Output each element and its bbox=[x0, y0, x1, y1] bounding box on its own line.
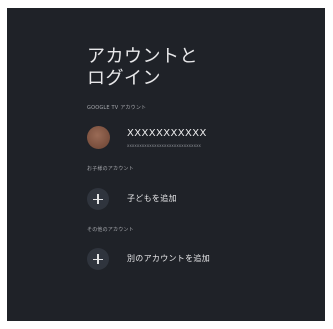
page-title-line-2: ログイン bbox=[87, 68, 161, 89]
page-title-line-1: アカウントと bbox=[87, 46, 198, 67]
add-child-label: 子どもを追加 bbox=[127, 194, 177, 203]
add-child-button[interactable]: 子どもを追加 bbox=[87, 188, 287, 212]
other-accounts-section-label: その他のアカウント bbox=[87, 227, 134, 233]
account-name: XXXXXXXXXXX bbox=[127, 128, 207, 139]
google-tv-account-row[interactable]: XXXXXXXXXXX xxxxxxxxxxxxxxxxxxxxxxxxxxxx… bbox=[87, 124, 287, 156]
plus-icon bbox=[87, 248, 109, 270]
account-email: xxxxxxxxxxxxxxxxxxxxxxxxxxxxxx bbox=[127, 143, 202, 148]
add-other-account-button[interactable]: 別のアカウントを追加 bbox=[87, 248, 287, 272]
account-login-screen: アカウントと ログイン GOOGLE TV アカウント XXXXXXXXXXX … bbox=[7, 8, 325, 321]
kids-accounts-section-label: お子様のアカウント bbox=[87, 166, 134, 172]
add-other-account-label: 別のアカウントを追加 bbox=[127, 254, 210, 263]
google-tv-account-section-label: GOOGLE TV アカウント bbox=[87, 105, 147, 111]
page-title: アカウントと ログイン bbox=[87, 46, 287, 90]
plus-icon bbox=[87, 188, 109, 210]
avatar bbox=[87, 126, 110, 149]
